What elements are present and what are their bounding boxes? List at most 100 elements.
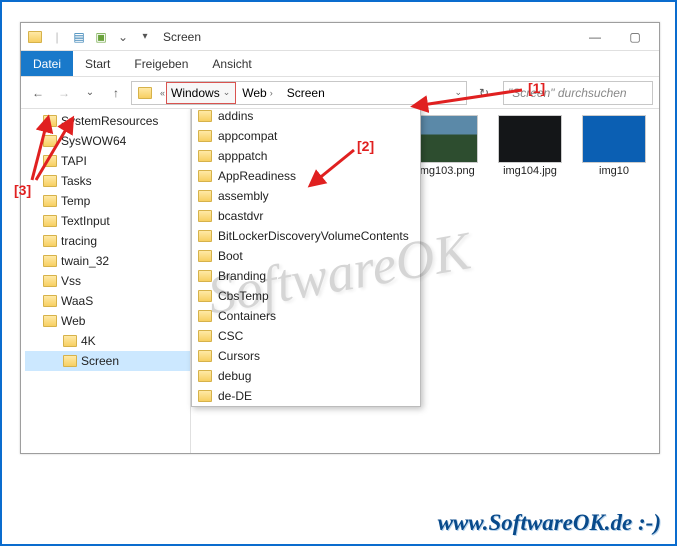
dropdown-item[interactable]: bcastdvr bbox=[192, 206, 420, 226]
footer-link: www.SoftwareOK.de :-) bbox=[438, 510, 661, 536]
folder-icon bbox=[43, 195, 57, 207]
up-button[interactable]: ↑ bbox=[105, 82, 127, 104]
folder-icon bbox=[198, 270, 212, 282]
refresh-button[interactable]: ↻ bbox=[473, 82, 495, 104]
folder-icon bbox=[43, 315, 57, 327]
qat-customize-icon[interactable]: ⌄ bbox=[113, 27, 133, 47]
breadcrumb-screen[interactable]: Screen bbox=[281, 82, 332, 104]
file-thumb[interactable]: img103.png bbox=[411, 115, 481, 178]
image-icon bbox=[414, 115, 478, 163]
tree-item[interactable]: TAPI bbox=[25, 151, 190, 171]
tree-item[interactable]: twain_32 bbox=[25, 251, 190, 271]
file-thumb[interactable]: img104.jpg bbox=[495, 115, 565, 178]
tree-item[interactable]: WaaS bbox=[25, 291, 190, 311]
search-input[interactable]: "Screen" durchsuchen bbox=[503, 81, 653, 105]
tree-item[interactable]: Vss bbox=[25, 271, 190, 291]
image-icon bbox=[582, 115, 646, 163]
breadcrumb-windows-label: Windows bbox=[171, 86, 220, 100]
folder-icon bbox=[43, 235, 57, 247]
folder-icon bbox=[63, 355, 77, 367]
dropdown-item[interactable]: addins bbox=[192, 109, 420, 126]
tree-item[interactable]: tracing bbox=[25, 231, 190, 251]
minimize-button[interactable]: — bbox=[575, 23, 615, 51]
dropdown-item[interactable]: BitLockerDiscoveryVolumeContents bbox=[192, 226, 420, 246]
folder-icon bbox=[198, 330, 212, 342]
tab-file[interactable]: Datei bbox=[21, 51, 73, 76]
explorer-window: | ▤ ▣ ⌄ ▾ Screen — ▢ Datei Start Freigeb… bbox=[20, 22, 660, 454]
breadcrumb-web-label: Web bbox=[242, 86, 266, 100]
tree-item[interactable]: Web bbox=[25, 311, 190, 331]
dropdown-item[interactable]: Boot bbox=[192, 246, 420, 266]
thumbnail-row: img103.png img104.jpg img10 bbox=[411, 115, 659, 178]
folder-icon bbox=[43, 255, 57, 267]
chevron-right-icon: › bbox=[269, 88, 274, 98]
tree-item-selected[interactable]: Screen bbox=[25, 351, 190, 371]
folder-icon bbox=[198, 110, 212, 122]
folder-icon bbox=[43, 275, 57, 287]
quick-access-toolbar: | ▤ ▣ ⌄ ▾ bbox=[25, 27, 155, 47]
body-area: SystemResources SysWOW64 TAPI Tasks Temp… bbox=[21, 109, 659, 453]
image-icon bbox=[498, 115, 562, 163]
file-thumb[interactable]: img10 bbox=[579, 115, 649, 178]
folder-icon bbox=[198, 230, 212, 242]
address-bar[interactable]: « Windows ⌄ Web › Screen ⌄ bbox=[131, 81, 467, 105]
folder-icon bbox=[198, 290, 212, 302]
tab-share[interactable]: Freigeben bbox=[122, 51, 200, 76]
folder-icon[interactable] bbox=[25, 27, 45, 47]
dropdown-item[interactable]: CbsTemp bbox=[192, 286, 420, 306]
dropdown-item[interactable]: appcompat bbox=[192, 126, 420, 146]
folder-icon bbox=[198, 350, 212, 362]
folder-icon bbox=[43, 215, 57, 227]
breadcrumb-windows[interactable]: Windows ⌄ bbox=[166, 82, 236, 104]
recent-locations-icon[interactable]: ⌄ bbox=[79, 82, 101, 104]
breadcrumb-overflow[interactable]: « bbox=[159, 88, 166, 98]
qat-overflow-icon[interactable]: ▾ bbox=[135, 27, 155, 47]
folder-icon bbox=[43, 135, 57, 147]
window-title: Screen bbox=[163, 30, 201, 44]
folder-icon bbox=[198, 150, 212, 162]
maximize-button[interactable]: ▢ bbox=[615, 23, 655, 51]
address-dropdown-icon[interactable]: ⌄ bbox=[453, 87, 466, 98]
folder-icon bbox=[43, 295, 57, 307]
folder-icon bbox=[198, 250, 212, 262]
tab-view[interactable]: Ansicht bbox=[200, 51, 263, 76]
tree-item[interactable]: SysWOW64 bbox=[25, 131, 190, 151]
tree-item[interactable]: Temp bbox=[25, 191, 190, 211]
qat-sep: | bbox=[47, 27, 67, 47]
forward-button[interactable]: → bbox=[53, 82, 75, 104]
dropdown-item[interactable]: de-DE bbox=[192, 386, 420, 406]
folder-tree[interactable]: SystemResources SysWOW64 TAPI Tasks Temp… bbox=[21, 109, 191, 453]
back-button[interactable]: ← bbox=[27, 82, 49, 104]
folder-icon bbox=[43, 115, 57, 127]
properties-icon[interactable]: ▤ bbox=[69, 27, 89, 47]
ribbon-tabs: Datei Start Freigeben Ansicht bbox=[21, 51, 659, 77]
new-folder-icon[interactable]: ▣ bbox=[91, 27, 111, 47]
dropdown-item[interactable]: Cursors bbox=[192, 346, 420, 366]
dropdown-item[interactable]: Branding bbox=[192, 266, 420, 286]
tree-item[interactable]: SystemResources bbox=[25, 111, 190, 131]
dropdown-item[interactable]: apppatch bbox=[192, 146, 420, 166]
dropdown-item[interactable]: Containers bbox=[192, 306, 420, 326]
folder-icon bbox=[198, 390, 212, 402]
search-placeholder: "Screen" durchsuchen bbox=[508, 86, 627, 100]
tree-item[interactable]: 4K bbox=[25, 331, 190, 351]
folder-icon bbox=[198, 170, 212, 182]
folder-icon bbox=[198, 190, 212, 202]
breadcrumb-screen-label: Screen bbox=[287, 86, 325, 100]
dropdown-item[interactable]: debug bbox=[192, 366, 420, 386]
chevron-down-icon: ⌄ bbox=[222, 87, 232, 98]
folder-icon bbox=[43, 175, 57, 187]
dropdown-item[interactable]: CSC bbox=[192, 326, 420, 346]
breadcrumb-web[interactable]: Web › bbox=[236, 82, 280, 104]
dropdown-item[interactable]: AppReadiness bbox=[192, 166, 420, 186]
tree-item[interactable]: Tasks bbox=[25, 171, 190, 191]
folder-icon bbox=[198, 210, 212, 222]
tree-item[interactable]: TextInput bbox=[25, 211, 190, 231]
breadcrumb-dropdown[interactable]: addins appcompat apppatch AppReadiness a… bbox=[191, 109, 421, 407]
titlebar: | ▤ ▣ ⌄ ▾ Screen — ▢ bbox=[21, 23, 659, 51]
dropdown-item[interactable]: assembly bbox=[192, 186, 420, 206]
address-root-icon[interactable] bbox=[132, 82, 159, 104]
folder-icon bbox=[198, 130, 212, 142]
tab-start[interactable]: Start bbox=[73, 51, 122, 76]
navbar: ← → ⌄ ↑ « Windows ⌄ Web › Screen ⌄ bbox=[21, 77, 659, 109]
